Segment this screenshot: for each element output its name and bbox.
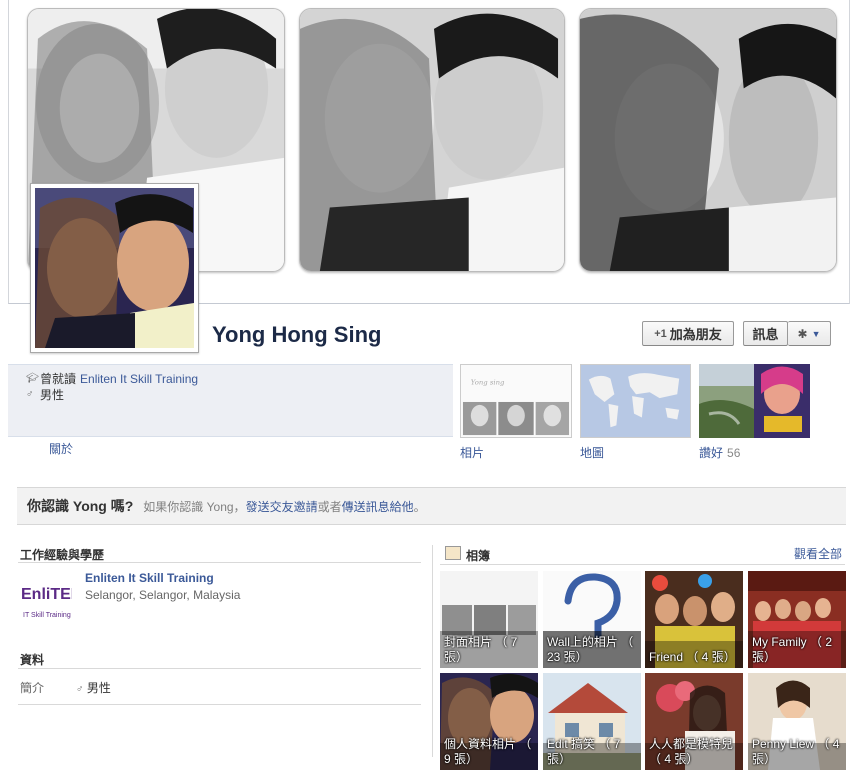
divider xyxy=(440,564,845,565)
know-text: 如果你認識 Yong， xyxy=(143,499,246,514)
likes-count: 56 xyxy=(727,446,741,460)
do-you-know-banner: 你認識 Yong 嗎? 如果你認識 Yong， 發送交友邀請 或者 傳送訊息給他… xyxy=(17,487,846,525)
logo-text-top: EnliTEN xyxy=(21,586,72,603)
settings-dropdown-button[interactable]: ✱ ▼ xyxy=(788,321,831,346)
school-link[interactable]: Enliten It Skill Training xyxy=(80,372,198,386)
divider xyxy=(18,704,421,705)
intro-value: ♂ 男性 xyxy=(76,679,111,696)
male-icon: ♂ xyxy=(26,389,34,400)
albums-title: 相簿 xyxy=(466,549,491,563)
intro-label: 簡介 xyxy=(20,681,45,695)
photos-tile[interactable]: Yong sing xyxy=(460,364,572,438)
album-caption: Wall上的相片 （ 23 張） xyxy=(547,635,634,664)
svg-text:Yong sing: Yong sing xyxy=(471,378,505,386)
profile-name: Yong Hong Sing xyxy=(212,322,382,347)
album-caption: 個人資料相片 （ 9 張） xyxy=(444,737,532,766)
cover-photo-2[interactable] xyxy=(299,8,565,272)
album-item[interactable]: Edit 搞笑 （ 7 張） xyxy=(543,673,641,770)
map-tile-label[interactable]: 地圖 xyxy=(580,444,604,461)
album-caption: Edit 搞笑 （ 7 張） xyxy=(547,737,621,766)
profile-picture[interactable] xyxy=(30,183,199,353)
album-item[interactable]: My Family （ 2 張） xyxy=(748,571,846,668)
gender-value: 男性 xyxy=(40,388,65,402)
studied-prefix: 曾就讀 xyxy=(40,372,77,386)
info-section-title: 資料 xyxy=(20,653,45,667)
know-suffix: 。 xyxy=(413,499,426,514)
about-link[interactable]: 關於 xyxy=(49,440,73,457)
add-friend-button[interactable]: +1 加為朋友 xyxy=(642,321,734,346)
add-friend-icon: +1 xyxy=(654,327,667,340)
album-item[interactable]: Penny Liew （ 4 張） xyxy=(748,673,846,770)
divider xyxy=(18,668,421,669)
map-tile[interactable] xyxy=(580,364,691,438)
gender-line: ♂ 男性 xyxy=(26,386,64,403)
likes-label[interactable]: 讚好 xyxy=(699,446,723,460)
see-all-link[interactable]: 觀看全部 xyxy=(794,545,842,562)
album-icon xyxy=(445,546,461,560)
graduation-cap-icon: 🎓︎ xyxy=(26,373,39,384)
work-name-link[interactable]: Enliten It Skill Training xyxy=(85,571,214,585)
album-caption: Penny Liew （ 4 張） xyxy=(752,737,840,766)
likes-tile-label[interactable]: 讚好 56 xyxy=(699,444,740,461)
album-caption: My Family （ 2 張） xyxy=(752,635,833,664)
likes-tile[interactable] xyxy=(699,364,810,438)
chevron-down-icon: ▼ xyxy=(811,328,821,339)
send-message-link[interactable]: 傳送訊息給他 xyxy=(342,498,414,515)
album-caption: 封面相片 （ 7 張） xyxy=(444,635,518,664)
work-location: Selangor, Selangor, Malaysia xyxy=(85,588,241,602)
divider xyxy=(18,562,421,563)
gear-icon: ✱ xyxy=(797,326,808,341)
work-section-title: 工作經驗與學歷 xyxy=(20,548,105,562)
logo-text-bottom: IT Skill Training xyxy=(23,612,71,619)
album-item[interactable]: Friend （ 4 張） xyxy=(645,571,743,668)
map-label[interactable]: 地圖 xyxy=(580,446,604,460)
male-icon: ♂ xyxy=(76,684,84,695)
album-item[interactable]: Wall上的相片 （ 23 張） xyxy=(543,571,641,668)
album-item[interactable]: 人人都是模特兒 （ 4 張） xyxy=(645,673,743,770)
message-label: 訊息 xyxy=(752,327,779,342)
album-caption: 人人都是模特兒 （ 4 張） xyxy=(649,737,734,766)
add-friend-label: 加為朋友 xyxy=(669,327,722,342)
send-friend-request-link[interactable]: 發送交友邀請 xyxy=(246,498,318,515)
photos-tile-label[interactable]: 相片 xyxy=(460,444,484,461)
enliten-logo[interactable]: EnliTEN IT Skill Training xyxy=(20,571,82,621)
photos-label[interactable]: 相片 xyxy=(460,446,484,460)
column-divider xyxy=(432,545,433,757)
album-caption: Friend （ 4 張） xyxy=(649,650,736,664)
know-title: 你認識 Yong 嗎? xyxy=(27,498,134,514)
know-middle: 或者 xyxy=(317,499,342,514)
album-item[interactable]: 封面相片 （ 7 張） xyxy=(440,571,538,668)
cover-photo-3[interactable] xyxy=(579,8,837,272)
education-line: 🎓︎ 曾就讀 Enliten It Skill Training xyxy=(26,370,198,387)
intro-gender: 男性 xyxy=(86,681,111,695)
message-button[interactable]: 訊息 xyxy=(743,321,788,346)
album-item[interactable]: 個人資料相片 （ 9 張） xyxy=(440,673,538,770)
